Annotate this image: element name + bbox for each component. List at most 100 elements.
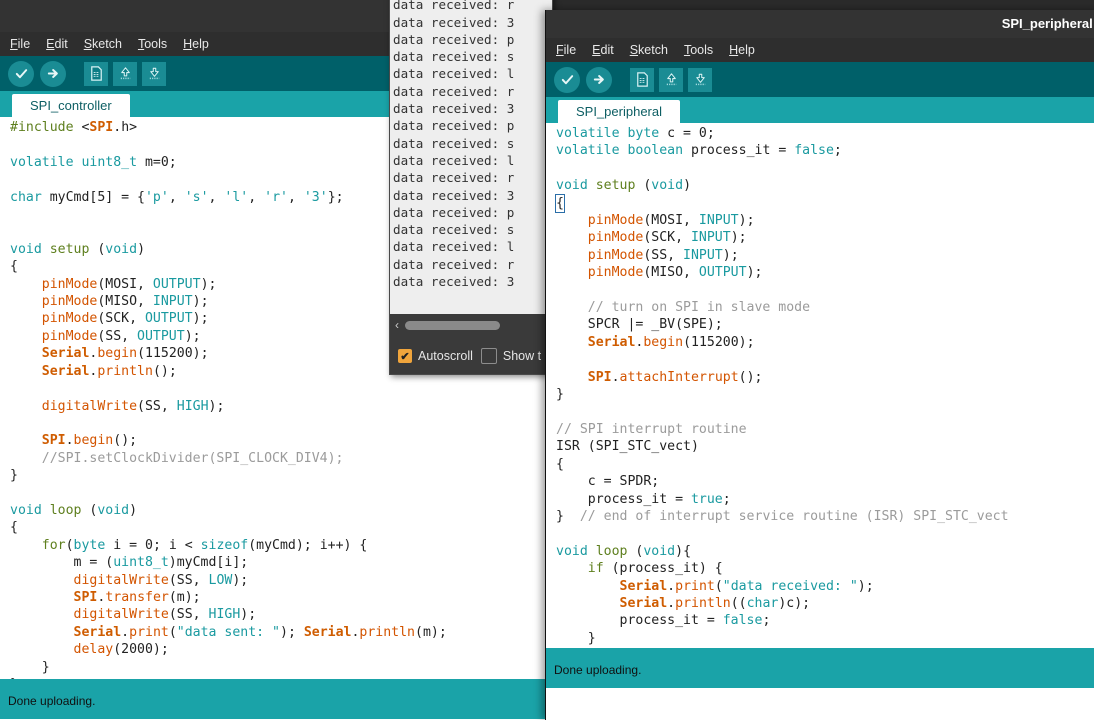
code-line: digitalWrite(SS, HIGH);: [10, 398, 547, 415]
serial-monitor-options[interactable]: ✔ Autoscroll Show t: [390, 336, 552, 375]
code-token: Serial: [304, 625, 352, 640]
save-sketch-icon[interactable]: [142, 62, 166, 86]
code-token: SPI: [89, 120, 113, 135]
code-token: void: [556, 178, 596, 193]
upload-icon[interactable]: [40, 61, 66, 87]
serial-log-line: data received: r: [393, 0, 552, 14]
code-token: void: [651, 178, 683, 193]
code-token: INPUT: [699, 213, 739, 228]
open-sketch-icon[interactable]: [659, 68, 683, 92]
code-token: pinMode: [588, 265, 644, 280]
code-token: byte: [74, 538, 106, 553]
code-token: (: [627, 544, 643, 559]
code-token: false: [794, 143, 834, 158]
menu-controller-edit[interactable]: Edit: [46, 37, 68, 51]
code-token: .: [121, 625, 129, 640]
menu-controller-help[interactable]: Help: [183, 37, 209, 51]
code-token: (SCK,: [97, 311, 145, 326]
show-timestamp-checkbox[interactable]: [481, 348, 497, 364]
code-token: [10, 329, 42, 344]
code-line: digitalWrite(SS, HIGH);: [10, 606, 547, 623]
verify-icon[interactable]: [554, 67, 580, 93]
serial-log-line: data received: p: [393, 31, 552, 48]
code-token: OUTPUT: [153, 277, 201, 292]
code-token: (: [81, 503, 97, 518]
code-token: INPUT: [683, 248, 723, 263]
code-line: Serial.begin(115200);: [556, 334, 1094, 351]
code-token: setup: [50, 242, 90, 257]
code-token: process_it =: [683, 143, 794, 158]
menubar-peripheral[interactable]: File Edit Sketch Tools Help: [546, 38, 1094, 62]
code-token: (SS,: [169, 607, 209, 622]
code-line: volatile byte c = 0;: [556, 125, 1094, 142]
code-token: ){: [675, 544, 691, 559]
code-token: void: [10, 503, 50, 518]
menu-controller-tools[interactable]: Tools: [138, 37, 167, 51]
code-token: (SCK,: [643, 230, 691, 245]
new-sketch-icon[interactable]: [84, 62, 108, 86]
arduino-ide-window-spi-peripheral[interactable]: SPI_peripheral | File Edit Sketch Tools Help…: [545, 10, 1094, 720]
serial-log-line: data received: r: [393, 256, 552, 273]
serial-log-line: data received: s: [393, 135, 552, 152]
show-timestamp-label: Show t: [503, 349, 541, 363]
code-line: {: [10, 519, 547, 536]
menu-peripheral-tools[interactable]: Tools: [684, 43, 713, 57]
code-token: i = 0; i <: [105, 538, 200, 553]
code-token: c = 0;: [659, 126, 715, 141]
code-token: (: [66, 538, 74, 553]
menu-peripheral-sketch[interactable]: Sketch: [630, 43, 668, 57]
sketch-tab-spi-peripheral[interactable]: SPI_peripheral: [558, 100, 680, 125]
serial-log-line: data received: r: [393, 83, 552, 100]
code-token: volatile boolean: [556, 143, 683, 158]
code-token: loop: [596, 544, 628, 559]
autoscroll-label: Autoscroll: [418, 349, 473, 363]
titlebar-peripheral[interactable]: SPI_peripheral |: [546, 10, 1094, 38]
code-token: LOW: [209, 573, 233, 588]
menu-peripheral-file[interactable]: File: [556, 43, 576, 57]
code-token: Serial: [42, 346, 90, 361]
menu-peripheral-edit[interactable]: Edit: [592, 43, 614, 57]
code-token: [10, 573, 74, 588]
serial-log-line: data received: s: [393, 221, 552, 238]
code-token: [556, 265, 588, 280]
code-token: [10, 294, 42, 309]
code-token: [556, 370, 588, 385]
code-token: {: [10, 259, 18, 274]
code-token: //SPI.setClockDivider(SPI_CLOCK_DIV4);: [10, 451, 343, 466]
code-token: ;: [762, 613, 770, 628]
code-token: SPI: [74, 590, 98, 605]
serial-monitor-window[interactable]: data received: ldata received: rdata rec…: [389, 0, 553, 375]
menu-controller-sketch[interactable]: Sketch: [84, 37, 122, 51]
serial-log-line: data received: 3: [393, 187, 552, 204]
scrollbar-thumb[interactable]: [405, 321, 500, 330]
code-editor-spi-peripheral[interactable]: volatile byte c = 0;volatile boolean pro…: [546, 123, 1094, 648]
upload-icon[interactable]: [586, 67, 612, 93]
code-token: ();: [153, 364, 177, 379]
code-token: digitalWrite: [74, 607, 169, 622]
code-token: (: [169, 625, 177, 640]
code-line: void setup (void): [556, 177, 1094, 194]
code-token: }: [556, 631, 596, 646]
menu-peripheral-help[interactable]: Help: [729, 43, 755, 57]
code-token: );: [280, 625, 304, 640]
sketch-tab-spi-controller[interactable]: SPI_controller: [12, 94, 130, 119]
code-token: [10, 538, 42, 553]
code-token: Serial: [42, 364, 90, 379]
new-sketch-icon[interactable]: [630, 68, 654, 92]
code-token: 'p': [145, 190, 169, 205]
open-sketch-icon[interactable]: [113, 62, 137, 86]
verify-icon[interactable]: [8, 61, 34, 87]
toolbar-peripheral[interactable]: [546, 62, 1094, 97]
scroll-left-icon[interactable]: ‹: [395, 318, 399, 332]
code-token: );: [240, 607, 256, 622]
autoscroll-checkbox[interactable]: ✔: [398, 349, 412, 363]
menu-controller-file[interactable]: File: [10, 37, 30, 51]
code-line: pinMode(MISO, OUTPUT);: [556, 264, 1094, 281]
serial-monitor-horizontal-scrollbar[interactable]: ‹: [390, 314, 552, 336]
code-line: [556, 525, 1094, 542]
code-line: for(byte i = 0; i < sizeof(myCmd); i++) …: [10, 537, 547, 554]
code-token: // turn on SPI in slave mode: [556, 300, 810, 315]
save-sketch-icon[interactable]: [688, 68, 712, 92]
code-token: m=0;: [137, 155, 177, 170]
serial-log-line: data received: 3: [393, 14, 552, 31]
